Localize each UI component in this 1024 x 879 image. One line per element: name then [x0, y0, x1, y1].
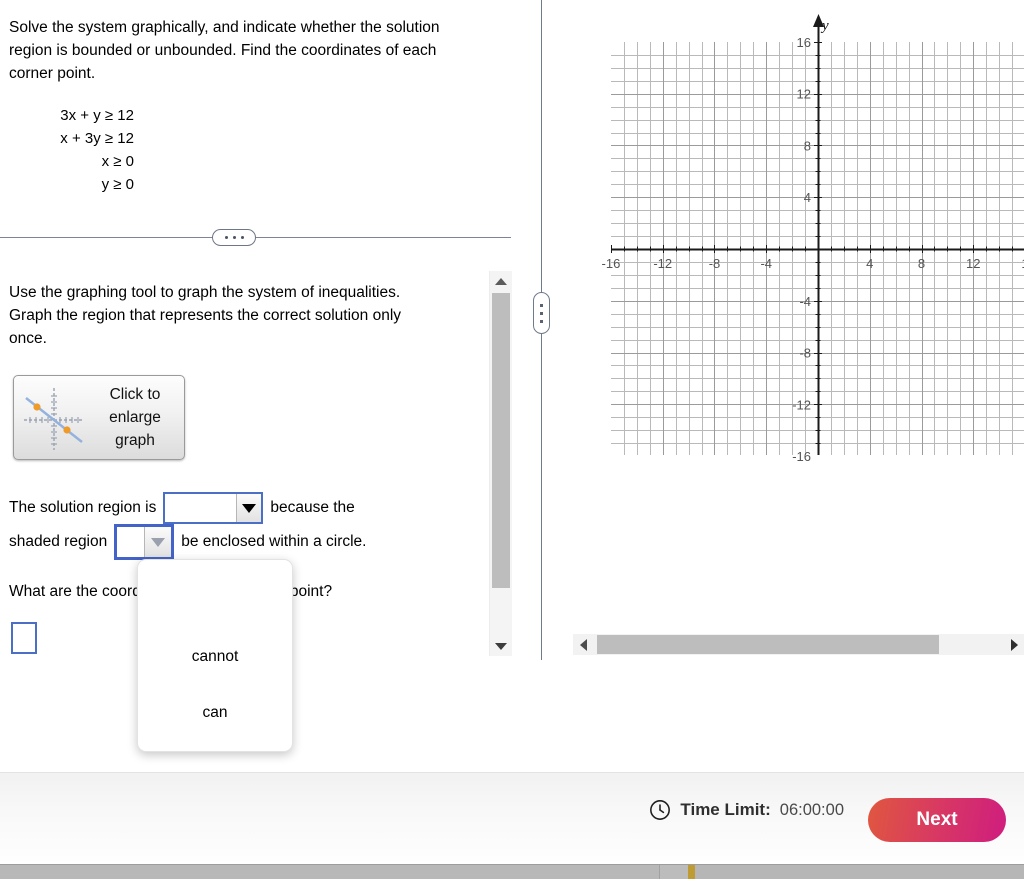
dot [540, 319, 543, 323]
time-limit-group: Time Limit: 06:00:00 [649, 799, 844, 821]
coordinate-plane[interactable]: -16-12-8-448121161284-4-8-12-16 y [560, 0, 1024, 620]
grid-lines [611, 42, 1024, 455]
click-to-enlarge-graph-button[interactable]: Click to enlarge graph [13, 375, 185, 460]
corner-point-answer-input[interactable] [11, 622, 37, 654]
inequality-1: 3x + y ≥ 12 [60, 107, 134, 124]
dot [232, 236, 236, 239]
bounded-dropdown-value [165, 494, 236, 522]
section-divider [0, 229, 511, 246]
chevron-down-icon[interactable] [236, 494, 262, 522]
chevron-down-icon[interactable] [144, 527, 172, 557]
taskbar-segment [660, 865, 688, 879]
sentence2-prefix: shaded region [9, 533, 108, 550]
tick-label: 4 [866, 256, 873, 271]
caret [151, 537, 166, 547]
bounded-statement-line: The solution region is because the [9, 492, 355, 524]
dropdown-options-popup[interactable]: cannot can [137, 559, 293, 752]
axis-ticks [610, 41, 1014, 445]
tick-label: 8 [918, 256, 925, 271]
can-cannot-dropdown[interactable] [114, 524, 175, 560]
triangle-left-icon [579, 638, 587, 651]
scroll-right-button[interactable] [1004, 634, 1024, 655]
taskbar-segment [695, 865, 1024, 879]
tick-label: 16 [797, 35, 811, 50]
tick-label: -12 [653, 256, 672, 271]
enclosed-statement-line: shaded region be enclosed within a circl… [9, 524, 367, 560]
problem-pane-scrollbar[interactable] [489, 271, 512, 656]
inequality-4: y ≥ 0 [101, 176, 134, 193]
os-taskbar [0, 864, 1024, 879]
triangle-up-icon [495, 277, 507, 285]
dot [540, 303, 543, 307]
graph-canvas[interactable]: -16-12-8-448121161284-4-8-12-16 y [560, 0, 1024, 620]
inequality-3: x ≥ 0 [101, 153, 134, 170]
pane-divider [533, 0, 550, 660]
axes [611, 14, 1024, 455]
exercise-page: Solve the system graphically, and indica… [0, 0, 1024, 879]
bounded-dropdown[interactable] [163, 492, 264, 524]
clock-icon [650, 800, 671, 820]
dot [224, 236, 228, 239]
time-limit-value: 06:00:00 [779, 800, 844, 819]
tick-label: 12 [966, 256, 980, 271]
sentence2-suffix: be enclosed within a circle. [181, 533, 367, 550]
scrollbar-thumb[interactable] [597, 635, 939, 654]
dot [240, 236, 244, 239]
tick-label: -4 [760, 256, 772, 271]
dot [540, 311, 543, 315]
taskbar-segment [0, 865, 660, 879]
inequality-2: x + 3y ≥ 12 [60, 130, 134, 147]
tick-label: -16 [792, 449, 811, 464]
tick-label: -4 [799, 294, 811, 309]
graph-horizontal-scrollbar[interactable] [573, 634, 1024, 655]
enlarge-graph-label: Click to enlarge graph [109, 386, 161, 449]
scrollbar-thumb[interactable] [492, 293, 510, 588]
triangle-right-icon [1010, 638, 1018, 651]
next-button[interactable]: Next [868, 798, 1006, 842]
graph-pane: -16-12-8-448121161284-4-8-12-16 y [560, 0, 1024, 700]
problem-prompt: Solve the system graphically, and indica… [9, 19, 440, 82]
time-limit-label: Time Limit: [680, 800, 771, 819]
graphing-tool-instruction: Use the graphing tool to graph the syste… [9, 284, 402, 347]
tick-label: -8 [799, 346, 811, 361]
scroll-down-button[interactable] [490, 636, 512, 656]
tick-label: 8 [804, 138, 811, 153]
triangle-down-icon [495, 642, 507, 650]
scroll-left-button[interactable] [573, 634, 593, 655]
ellipsis-icon[interactable] [212, 229, 256, 246]
y-axis-label: y [820, 18, 829, 34]
caret [242, 503, 257, 513]
tick-label: 4 [804, 190, 811, 205]
sentence1-prefix: The solution region is [9, 499, 157, 516]
problem-pane: Solve the system graphically, and indica… [0, 0, 512, 772]
dropdown-option-can[interactable]: can [138, 704, 292, 722]
can-cannot-dropdown-value [117, 527, 144, 557]
tick-label: -8 [709, 256, 721, 271]
taskbar-active-marker [688, 865, 695, 879]
tick-label: -12 [792, 397, 811, 412]
tick-label: 12 [797, 87, 811, 102]
dropdown-option-cannot[interactable]: cannot [138, 648, 292, 666]
scroll-up-button[interactable] [490, 271, 512, 291]
grid-major-lines [611, 42, 1024, 455]
mini-graph-icon [24, 387, 84, 450]
system-of-inequalities: 3x + y ≥ 12 x + 3y ≥ 12 x ≥ 0 y ≥ 0 [9, 104, 239, 196]
drag-handle-icon[interactable] [533, 292, 550, 334]
tick-label: -16 [602, 256, 621, 271]
sentence1-suffix: because the [270, 499, 355, 516]
